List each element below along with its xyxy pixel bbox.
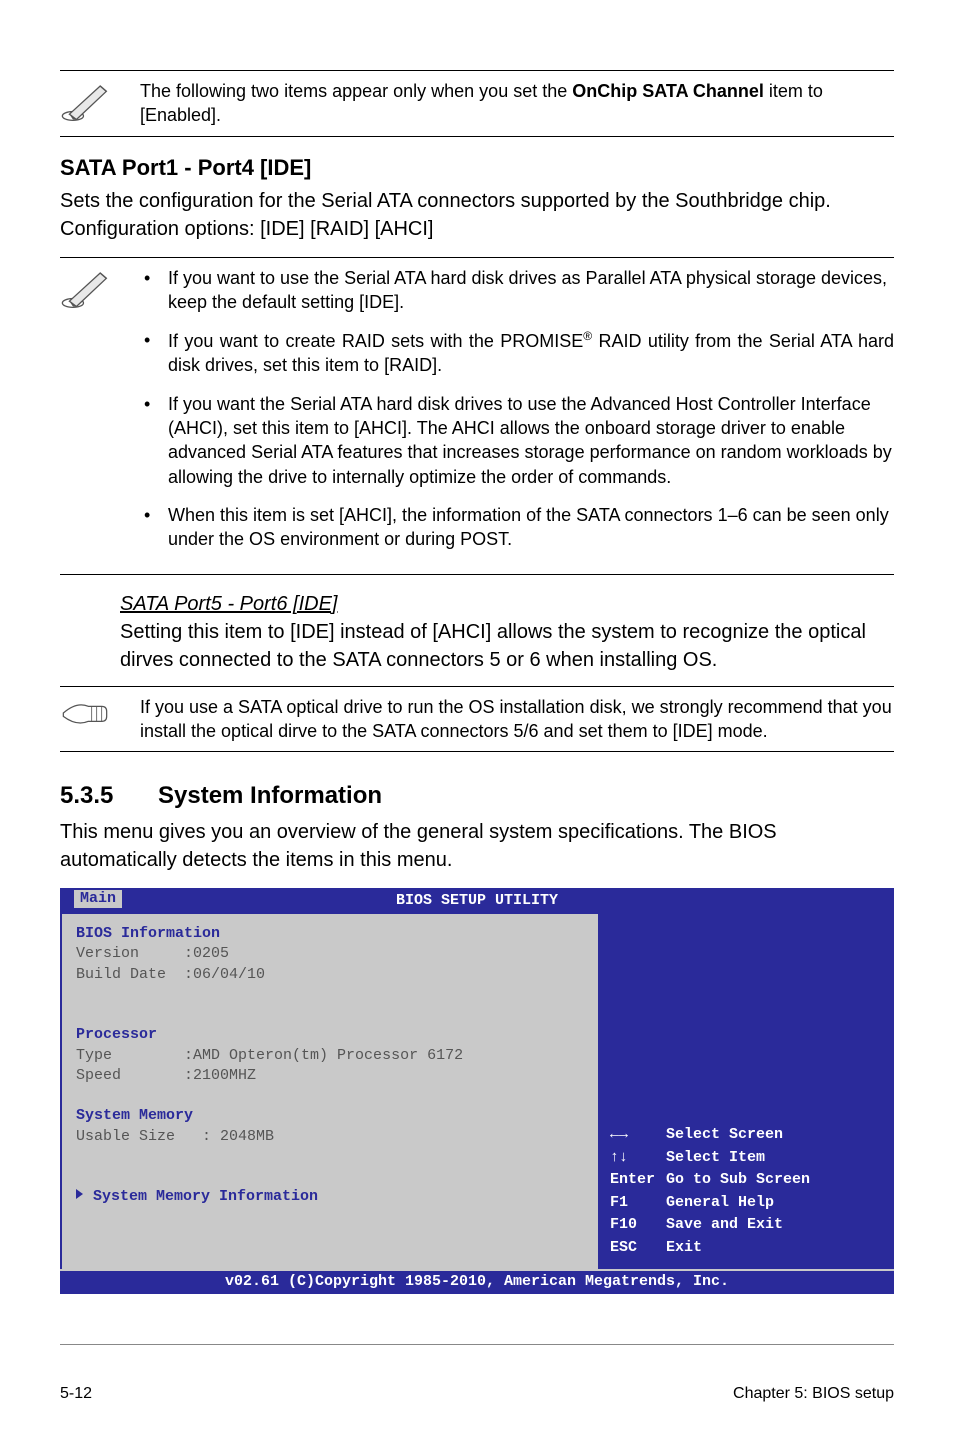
section-heading: 5.3.5 System Information: [60, 782, 894, 810]
chapter-label: Chapter 5: BIOS setup: [733, 1385, 894, 1403]
bios-copyright: v02.61 (C)Copyright 1985-2010, American …: [60, 1269, 894, 1294]
bios-utility-box: BIOS SETUP UTILITY Main BIOS Information…: [60, 888, 894, 1294]
bios-right-panel: ←→Select Screen ↑↓Select Item EnterGo to…: [598, 914, 892, 1269]
bios-tab-main: Main: [74, 890, 122, 908]
sata-options-list: If you want to use the Serial ATA hard d…: [140, 266, 894, 552]
subheading-sata-port5-6: SATA Port5 - Port6 [IDE]: [120, 593, 894, 616]
note-optical-drive-text: If you use a SATA optical drive to run t…: [140, 695, 894, 744]
pen-icon: [60, 266, 140, 310]
triangle-right-icon: [76, 1189, 83, 1199]
note-box-onchip: The following two items appear only when…: [60, 70, 894, 137]
list-item: When this item is set [AHCI], the inform…: [140, 503, 894, 552]
bios-title: BIOS SETUP UTILITY: [396, 892, 558, 909]
bios-titlebar: BIOS SETUP UTILITY Main: [60, 888, 894, 914]
list-item: If you want to create RAID sets with the…: [140, 328, 894, 378]
heading-sata-port1-4: SATA Port1 - Port4 [IDE]: [60, 155, 894, 181]
section-title: System Information: [158, 782, 382, 810]
bios-left-panel: BIOS Information Version :0205 Build Dat…: [62, 914, 598, 1269]
list-item: If you want to use the Serial ATA hard d…: [140, 266, 894, 315]
para-sata-port1-4: Sets the configuration for the Serial AT…: [60, 187, 894, 243]
hand-pointer-icon: [60, 695, 140, 731]
bios-submenu-link: System Memory Information: [93, 1188, 318, 1205]
section-number: 5.3.5: [60, 782, 158, 810]
page-number: 5-12: [60, 1385, 92, 1403]
para-sata-port5-6: Setting this item to [IDE] instead of [A…: [120, 618, 894, 674]
section-para: This menu gives you an overview of the g…: [60, 818, 894, 874]
pen-icon: [60, 79, 140, 123]
note-box-optical-drive: If you use a SATA optical drive to run t…: [60, 686, 894, 753]
page-footer: 5-12 Chapter 5: BIOS setup: [60, 1344, 894, 1403]
note-onchip-text: The following two items appear only when…: [140, 79, 894, 128]
list-item: If you want the Serial ATA hard disk dri…: [140, 392, 894, 489]
note-box-sata-options: If you want to use the Serial ATA hard d…: [60, 257, 894, 575]
